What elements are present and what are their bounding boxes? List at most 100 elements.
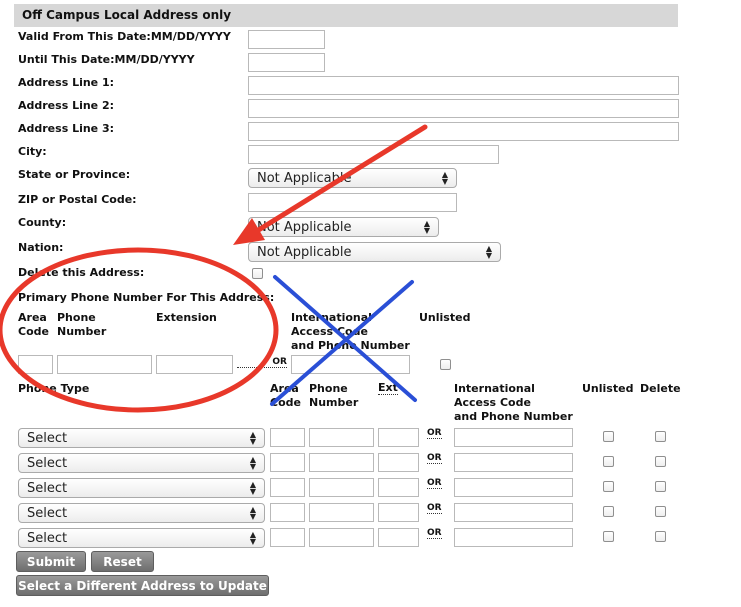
county-select-value: Not Applicable xyxy=(257,219,352,235)
phone-type-select-value: Select xyxy=(27,530,68,546)
county-label: County: xyxy=(18,216,67,229)
area-code-input[interactable] xyxy=(270,478,305,497)
extension-input[interactable] xyxy=(378,428,419,447)
primary-code-text: Code xyxy=(18,325,49,338)
phone-type-select-value: Select xyxy=(27,505,68,521)
valid-from-label: Valid From This Date:MM/DD/YYYY xyxy=(18,30,231,43)
zip-label: ZIP or Postal Code: xyxy=(18,193,137,206)
phone-number-input[interactable] xyxy=(309,478,374,497)
valid-from-input[interactable] xyxy=(248,30,325,49)
area-code-input[interactable] xyxy=(270,453,305,472)
primary-unlisted-checkbox[interactable] xyxy=(440,359,451,370)
phone-number-input[interactable] xyxy=(309,428,374,447)
primary-unlisted-header: Unlisted xyxy=(419,311,471,324)
delete-address-label: Delete this Address: xyxy=(18,266,145,279)
section-title: Off Campus Local Address only xyxy=(14,4,678,27)
phone-number-input[interactable] xyxy=(309,453,374,472)
or-label: OR xyxy=(427,478,442,489)
area-code-input[interactable] xyxy=(270,428,305,447)
area-code-input[interactable] xyxy=(270,528,305,547)
address-line-1-input[interactable] xyxy=(248,76,679,95)
city-input[interactable] xyxy=(248,145,499,164)
area-text: Area xyxy=(270,382,299,395)
number-text: Number xyxy=(309,396,359,409)
primary-intl-text-2: Access Code xyxy=(291,325,368,338)
or-label: OR xyxy=(427,428,442,439)
until-input[interactable] xyxy=(248,53,325,72)
select-different-address-button[interactable]: Select a Different Address to Update xyxy=(16,575,269,596)
state-label: State or Province: xyxy=(18,168,131,181)
nation-label: Nation: xyxy=(18,241,64,254)
primary-number-text: Number xyxy=(57,325,107,338)
code-text: Code xyxy=(270,396,301,409)
delete-address-checkbox[interactable] xyxy=(252,268,263,279)
extension-input[interactable] xyxy=(378,478,419,497)
primary-area-input[interactable] xyxy=(18,355,53,374)
delete-checkbox[interactable] xyxy=(655,431,666,442)
unlisted-checkbox[interactable] xyxy=(603,431,614,442)
phone-type-select[interactable]: Select ▲ ▼ xyxy=(18,528,265,548)
chevron-updown-icon: ▲ ▼ xyxy=(249,430,256,446)
primary-area-header: Area Code xyxy=(18,311,49,339)
or-label: OR xyxy=(427,528,442,539)
unlisted-checkbox[interactable] xyxy=(603,531,614,542)
intl-phone-input[interactable] xyxy=(454,528,573,547)
unlisted-checkbox[interactable] xyxy=(603,481,614,492)
phone-type-select[interactable]: Select ▲ ▼ xyxy=(18,428,265,448)
intl-phone-input[interactable] xyxy=(454,478,573,497)
state-select-value: Not Applicable xyxy=(257,170,352,186)
chevron-updown-icon: ▲ ▼ xyxy=(249,530,256,546)
until-label: Until This Date:MM/DD/YYYY xyxy=(18,53,195,66)
delete-checkbox[interactable] xyxy=(655,531,666,542)
zip-input[interactable] xyxy=(248,193,457,212)
phone-text: Phone xyxy=(309,382,348,395)
phone-type-select[interactable]: Select ▲ ▼ xyxy=(18,453,265,473)
county-select[interactable]: Not Applicable ▲ ▼ xyxy=(248,217,439,237)
extension-input[interactable] xyxy=(378,528,419,547)
nation-select[interactable]: Not Applicable ▲ ▼ xyxy=(248,242,501,262)
intl-header: International Access Code and Phone Numb… xyxy=(454,382,573,424)
phone-type-select[interactable]: Select ▲ ▼ xyxy=(18,478,265,498)
extension-input[interactable] xyxy=(378,453,419,472)
primary-phone-header: Phone Number xyxy=(57,311,106,339)
state-select[interactable]: Not Applicable ▲ ▼ xyxy=(248,168,457,188)
phone-type-select-value: Select xyxy=(27,430,68,446)
phone-number-input[interactable] xyxy=(309,528,374,547)
nation-select-value: Not Applicable xyxy=(257,244,352,260)
reset-button[interactable]: Reset xyxy=(91,551,154,572)
primary-intl-input[interactable] xyxy=(291,355,410,374)
chevron-updown-icon: ▲ ▼ xyxy=(249,480,256,496)
area-code-header: Area Code xyxy=(270,382,301,410)
intl-phone-input[interactable] xyxy=(454,428,573,447)
extension-input[interactable] xyxy=(378,503,419,522)
unlisted-checkbox[interactable] xyxy=(603,456,614,467)
delete-header: Delete xyxy=(640,382,681,395)
area-code-input[interactable] xyxy=(270,503,305,522)
primary-extension-header: Extension xyxy=(156,311,217,324)
primary-area-text: Area xyxy=(18,311,47,324)
delete-checkbox[interactable] xyxy=(655,506,666,517)
address-line-2-input[interactable] xyxy=(248,99,679,118)
phone-type-header: Phone Type xyxy=(18,382,90,395)
unlisted-checkbox[interactable] xyxy=(603,506,614,517)
chevron-updown-icon: ▲ ▼ xyxy=(441,170,448,186)
intl-phone-input[interactable] xyxy=(454,453,573,472)
phone-type-select-value: Select xyxy=(27,455,68,471)
phone-type-select-value: Select xyxy=(27,480,68,496)
address-line-3-input[interactable] xyxy=(248,122,679,141)
primary-phone-text: Phone xyxy=(57,311,96,324)
intl-phone-input[interactable] xyxy=(454,503,573,522)
intl-text-3: and Phone Number xyxy=(454,410,573,423)
primary-extension-input[interactable] xyxy=(156,355,233,374)
phone-number-input[interactable] xyxy=(309,503,374,522)
primary-phone-input[interactable] xyxy=(57,355,152,374)
primary-intl-text-3: and Phone Number xyxy=(291,339,410,352)
chevron-updown-icon: ▲ ▼ xyxy=(249,505,256,521)
unlisted-header: Unlisted xyxy=(582,382,634,395)
phone-type-select[interactable]: Select ▲ ▼ xyxy=(18,503,265,523)
primary-phone-label: Primary Phone Number For This Address: xyxy=(18,291,275,304)
submit-button[interactable]: Submit xyxy=(16,551,86,572)
delete-checkbox[interactable] xyxy=(655,481,666,492)
chevron-updown-icon: ▲ ▼ xyxy=(423,219,430,235)
delete-checkbox[interactable] xyxy=(655,456,666,467)
